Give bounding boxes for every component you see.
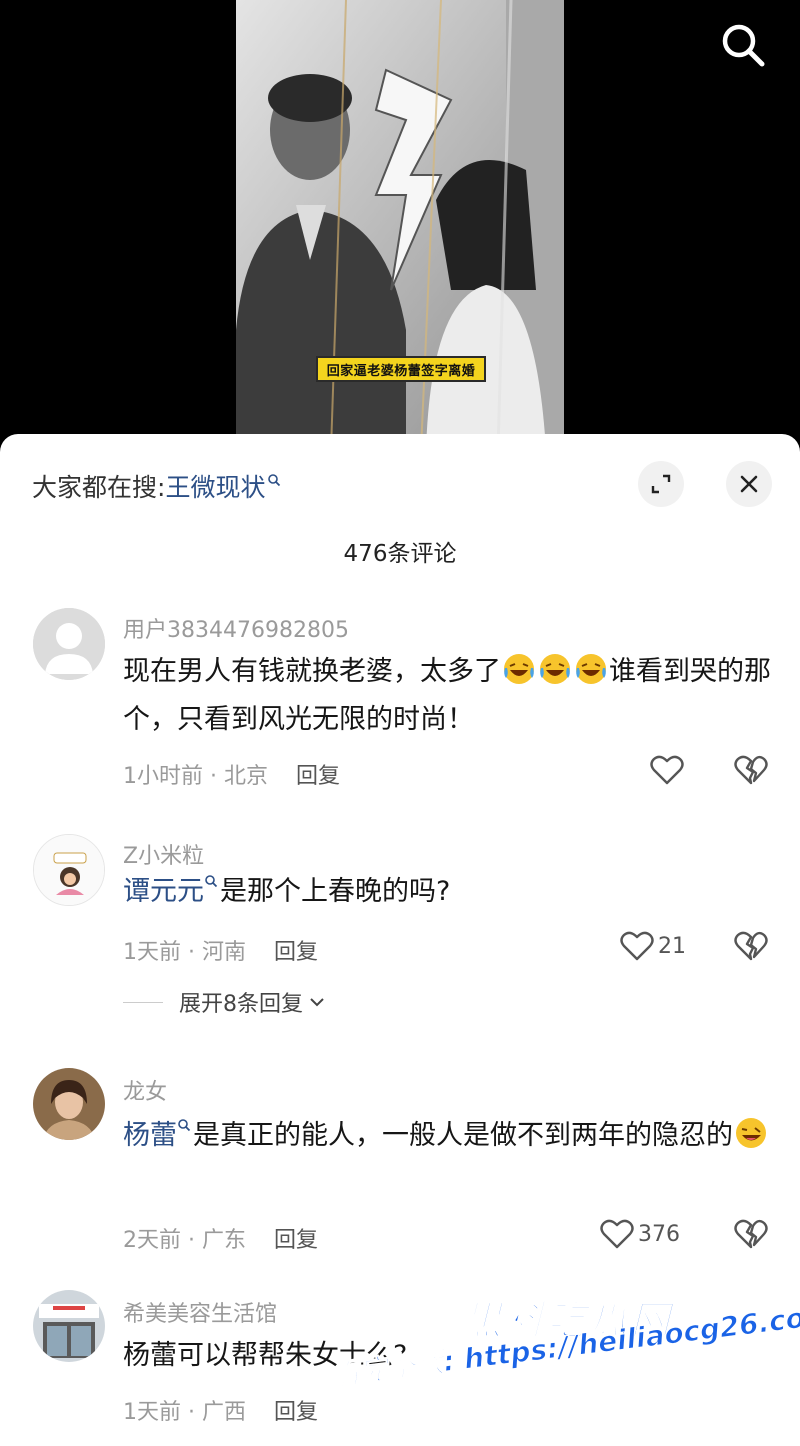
- comment-text-part: 是真正的能人，一般人是做不到两年的隐忍的: [193, 1120, 733, 1151]
- grin-wink-emoji-icon: [736, 1118, 766, 1148]
- video-caption: 回家逼老婆杨蕾签字离婚: [316, 356, 486, 382]
- expand-button[interactable]: [638, 461, 684, 507]
- close-button[interactable]: [726, 461, 772, 507]
- search-icon: [722, 24, 765, 67]
- comment-text: 谭元元 是那个上春晚的吗?: [123, 868, 773, 916]
- comment-location: 北京: [223, 764, 268, 789]
- avatar[interactable]: [33, 1290, 105, 1362]
- comment-sheet: 大家都在搜:王微现状 476条评论 用户3834476982805 现在男人有钱…: [0, 434, 800, 1446]
- comment-text: 现在男人有钱就换老婆，太多了 谁看到哭的那个，只看到风光无限的时尚！: [123, 648, 773, 744]
- laugh-cry-emoji-icon: [504, 654, 534, 684]
- avatar[interactable]: [33, 1068, 105, 1140]
- hot-search-keyword[interactable]: 王微现状: [165, 473, 265, 502]
- comment-keyword-link[interactable]: 杨蕾: [123, 1120, 177, 1151]
- dislike-button[interactable]: [734, 1218, 768, 1254]
- expand-icon: [651, 474, 671, 494]
- default-avatar-icon: [33, 608, 105, 680]
- comment-time: 1天前: [123, 940, 181, 965]
- like-button[interactable]: 21: [620, 930, 686, 962]
- like-count: 21: [658, 933, 686, 959]
- chevron-down-icon: [310, 998, 324, 1007]
- comment-text: 杨蕾 是真正的能人，一般人是做不到两年的隐忍的: [123, 1112, 773, 1160]
- comment-text-part: 是那个上春晚的吗?: [220, 876, 451, 907]
- broken-heart-icon: [734, 1219, 768, 1249]
- laugh-cry-emoji-icon: [540, 654, 570, 684]
- comment-text-part: 现在男人有钱就换老婆，太多了: [123, 656, 501, 687]
- comment-count: 476条评论: [343, 541, 457, 567]
- hot-search-bar[interactable]: 大家都在搜:王微现状: [32, 468, 281, 504]
- comment-location: 河南: [201, 940, 246, 965]
- keyword-search-icon: [205, 875, 218, 888]
- comment-keyword-link[interactable]: 谭元元: [123, 876, 204, 907]
- small-search-icon: [268, 473, 281, 486]
- comment-username[interactable]: 用户3834476982805: [123, 612, 349, 644]
- keyword-search-icon: [178, 1119, 191, 1132]
- video-frame-image: [236, 0, 564, 450]
- expand-replies-label: 展开8条回复: [179, 992, 303, 1017]
- reply-button[interactable]: 回复: [274, 1228, 318, 1253]
- comment-meta: 1天前 · 河南 回复: [123, 940, 319, 965]
- avatar[interactable]: [33, 608, 105, 680]
- comment-meta: 1小时前 · 北京 回复: [123, 764, 341, 789]
- heart-icon: [600, 1219, 634, 1249]
- heart-icon: [620, 931, 654, 961]
- video-player[interactable]: 回家逼老婆杨蕾签字离婚: [0, 0, 800, 450]
- comment-username[interactable]: 龙女: [123, 1074, 167, 1106]
- reply-button[interactable]: 回复: [274, 940, 318, 965]
- reply-button[interactable]: 回复: [296, 764, 340, 789]
- comment-meta: 1天前 · 广西 回复: [123, 1400, 319, 1425]
- comment-time: 1小时前: [123, 764, 203, 789]
- expand-replies-button[interactable]: 展开8条回复: [123, 986, 325, 1018]
- close-icon: [740, 475, 758, 493]
- comment-location: 广西: [201, 1400, 246, 1425]
- comment-time: 2天前: [123, 1228, 181, 1253]
- broken-heart-icon: [734, 931, 768, 961]
- comment-time: 1天前: [123, 1400, 181, 1425]
- photo-avatar-icon: [33, 1068, 105, 1140]
- dislike-button[interactable]: [734, 754, 768, 790]
- comment-username[interactable]: Z小米粒: [123, 838, 204, 870]
- video-thumbnail: 回家逼老婆杨蕾签字离婚: [236, 0, 564, 450]
- reply-button[interactable]: 回复: [274, 1400, 318, 1425]
- shop-avatar-icon: [33, 1290, 105, 1362]
- hot-search-label: 大家都在搜:: [32, 473, 166, 502]
- cartoon-avatar-icon: [34, 835, 104, 905]
- comment-location: 广东: [201, 1228, 246, 1253]
- laugh-cry-emoji-icon: [576, 654, 606, 684]
- sheet-header: 大家都在搜:王微现状: [0, 460, 800, 510]
- search-button[interactable]: [718, 20, 768, 70]
- heart-icon: [650, 755, 684, 785]
- like-button[interactable]: 376: [600, 1218, 680, 1250]
- avatar[interactable]: [33, 834, 105, 906]
- broken-heart-icon: [734, 755, 768, 785]
- like-button[interactable]: [650, 754, 688, 786]
- like-count: 376: [638, 1221, 680, 1247]
- comment-username[interactable]: 希美美容生活馆: [123, 1296, 277, 1328]
- divider-line: [123, 1001, 163, 1003]
- dislike-button[interactable]: [734, 930, 768, 966]
- comment-meta: 2天前 · 广东 回复: [123, 1228, 319, 1253]
